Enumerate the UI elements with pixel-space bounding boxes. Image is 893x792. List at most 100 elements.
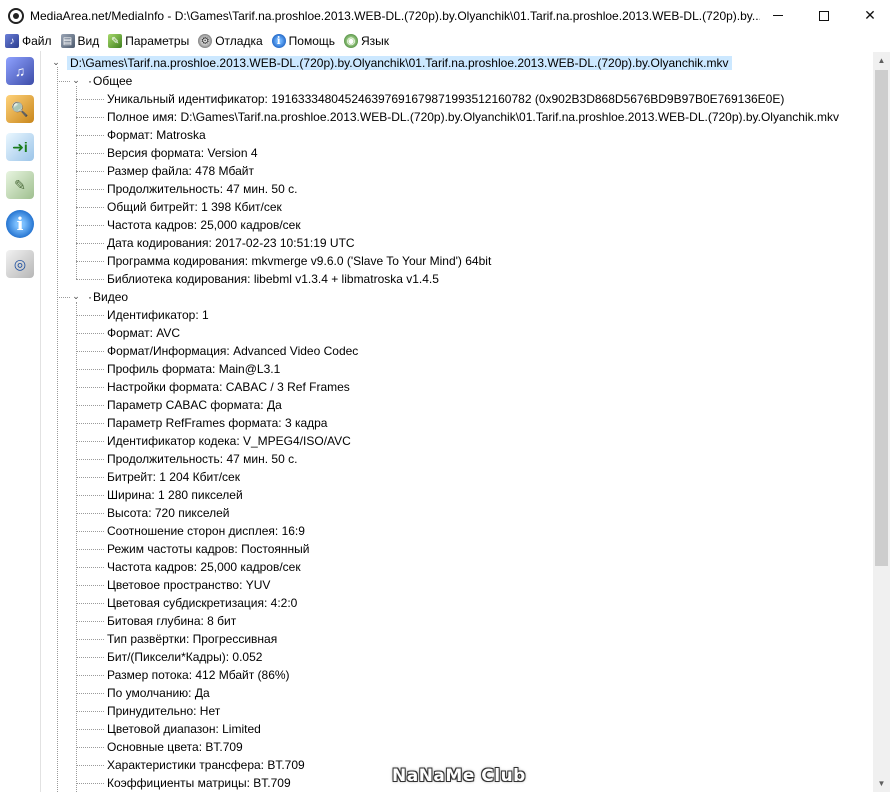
tree-item[interactable]: Высота: 720 пикселей (107, 504, 229, 522)
maximize-button[interactable] (801, 0, 847, 31)
tree-item[interactable]: Тип развёртки: Прогрессивная (107, 630, 277, 648)
tree-connector (76, 279, 104, 280)
tree-section-bullet: · (88, 290, 92, 304)
debug-icon: ⚙ (198, 34, 213, 48)
tree-connector (76, 621, 104, 622)
tree-item[interactable]: Битрейт: 1 204 Кбит/сек (107, 468, 240, 486)
tree-item[interactable]: Размер потока: 412 Мбайт (86%) (107, 666, 290, 684)
media-info-tree[interactable]: ⌄ D:\Games\Tarif.na.proshloe.2013.WEB-DL… (42, 52, 873, 792)
tree-item[interactable]: Цветовая субдискретизация: 4:2:0 (107, 594, 297, 612)
about-icon: i (6, 210, 34, 238)
tree-item[interactable]: Формат/Информация: Advanced Video Codec (107, 342, 358, 360)
menu-file[interactable]: ♪ Файл (2, 31, 55, 51)
view-icon: ▤ (60, 34, 75, 48)
open-file-icon: ♫ (6, 57, 34, 85)
tree-item[interactable]: Продолжительность: 47 мин. 50 с. (107, 450, 297, 468)
tree-item[interactable]: Характеристики трансфера: BT.709 (107, 756, 305, 774)
tree-connector (76, 513, 104, 514)
tree-scrollbar[interactable]: ▲ ▼ (873, 52, 890, 792)
tree-item[interactable]: Цветовое пространство: YUV (107, 576, 270, 594)
tree-connector (76, 585, 104, 586)
tree-item[interactable]: Битовая глубина: 8 бит (107, 612, 236, 630)
help-icon: i (271, 34, 286, 48)
minimize-button[interactable] (755, 0, 801, 31)
section-expand-toggle[interactable]: ⌄ (71, 75, 81, 85)
tree-item[interactable]: Параметр RefFrames формата: 3 кадра (107, 414, 327, 432)
tree-item[interactable]: Бит/(Пиксели*Кадры): 0.052 (107, 648, 262, 666)
tree-section-label: Видео (93, 290, 129, 304)
tree-item[interactable]: Коэффициенты матрицы: BT.709 (107, 774, 291, 792)
tree-item[interactable]: Формат: Matroska (107, 126, 206, 144)
tree-root-item[interactable]: D:\Games\Tarif.na.proshloe.2013.WEB-DL.(… (67, 54, 732, 72)
tree-item[interactable]: Соотношение сторон дисплея: 16:9 (107, 522, 305, 540)
tree-connector (76, 171, 104, 172)
open-folder-icon: 🔍 (6, 95, 34, 123)
tree-item[interactable]: По умолчанию: Да (107, 684, 210, 702)
tree-item[interactable]: Цветовой диапазон: Limited (107, 720, 261, 738)
tree-connector (76, 153, 104, 154)
tree-section-0[interactable]: ·Общее (88, 72, 132, 90)
tree-item[interactable]: Идентификатор: 1 (107, 306, 209, 324)
tree-item[interactable]: Размер файла: 478 Мбайт (107, 162, 254, 180)
menu-help-label: Помощь (288, 34, 335, 48)
section-expand-toggle[interactable]: ⌄ (71, 291, 81, 301)
window-title: MediaArea.net/MediaInfo - D:\Games\Tarif… (30, 8, 760, 23)
minimize-icon (773, 15, 783, 16)
tree-connector (76, 423, 104, 424)
tree-item[interactable]: Параметр CABAC формата: Да (107, 396, 282, 414)
chevron-down-icon: ▼ (877, 779, 886, 788)
close-icon: ✕ (864, 7, 876, 23)
open-folder-button[interactable]: 🔍 (4, 93, 36, 125)
scroll-up-button[interactable]: ▲ (873, 52, 890, 69)
maximize-icon (819, 10, 829, 21)
tree-item[interactable]: Идентификатор кодека: V_MPEG4/ISO/AVC (107, 432, 351, 450)
tree-connector (76, 603, 104, 604)
settings-button[interactable]: ✎ (4, 169, 36, 201)
tree-item[interactable]: Программа кодирования: mkvmerge v9.6.0 (… (107, 252, 491, 270)
tree-item[interactable]: Версия формата: Version 4 (107, 144, 258, 162)
tree-item[interactable]: Принудительно: Нет (107, 702, 220, 720)
tree-item[interactable]: Режим частоты кадров: Постоянный (107, 540, 309, 558)
export-button[interactable]: ➜i (4, 131, 36, 163)
tree-item[interactable]: Настройки формата: CABAC / 3 Ref Frames (107, 378, 350, 396)
tree-section-1[interactable]: ·Видео (88, 288, 128, 306)
menu-language[interactable]: ◉ Язык (341, 31, 392, 51)
tree-item[interactable]: Библиотека кодирования: libebml v1.3.4 +… (107, 270, 439, 288)
tree-connector (76, 747, 104, 748)
tree-item[interactable]: Ширина: 1 280 пикселей (107, 486, 243, 504)
tree-item[interactable]: Дата кодирования: 2017-02-23 10:51:19 UT… (107, 234, 355, 252)
menu-help[interactable]: i Помощь (269, 31, 338, 51)
web-button[interactable]: ◎ (4, 248, 36, 280)
menu-debug-label: Отладка (215, 34, 263, 48)
about-button[interactable]: i (4, 208, 36, 240)
tree-item[interactable]: Профиль формата: Main@L3.1 (107, 360, 280, 378)
menu-debug[interactable]: ⚙ Отладка (195, 31, 265, 51)
tree-connector (76, 711, 104, 712)
root-expand-toggle[interactable]: ⌄ (51, 57, 61, 67)
tree-item[interactable]: Уникальный идентификатор: 19163334804524… (107, 90, 784, 108)
menu-params[interactable]: ✎ Параметры (105, 31, 192, 51)
left-toolbar: ♫ 🔍 ➜i ✎ i ◎ (0, 51, 41, 792)
scroll-down-button[interactable]: ▼ (873, 775, 890, 792)
tree-item[interactable]: Частота кадров: 25,000 кадров/сек (107, 558, 301, 576)
tree-connector (76, 531, 104, 532)
menu-view[interactable]: ▤ Вид (58, 31, 103, 51)
tree-connector (76, 243, 104, 244)
tree-item[interactable]: Общий битрейт: 1 398 Кбит/сек (107, 198, 282, 216)
tree-guide-line (57, 67, 58, 792)
menu-bar: ♪ Файл ▤ Вид ✎ Параметры ⚙ Отладка i Пом… (0, 31, 893, 51)
open-file-button[interactable]: ♫ (4, 55, 36, 87)
tree-connector (76, 315, 104, 316)
tree-item[interactable]: Основные цвета: BT.709 (107, 738, 243, 756)
tree-connector (76, 477, 104, 478)
tree-connector (76, 441, 104, 442)
tree-item[interactable]: Частота кадров: 25,000 кадров/сек (107, 216, 301, 234)
tree-connector (57, 81, 70, 82)
tree-connector (76, 189, 104, 190)
tree-item[interactable]: Формат: AVC (107, 324, 180, 342)
scroll-thumb[interactable] (875, 70, 888, 566)
tree-item[interactable]: Продолжительность: 47 мин. 50 с. (107, 180, 297, 198)
tree-item[interactable]: Полное имя: D:\Games\Tarif.na.proshloe.2… (107, 108, 839, 126)
close-button[interactable]: ✕ (847, 0, 893, 31)
tree-connector (76, 99, 104, 100)
